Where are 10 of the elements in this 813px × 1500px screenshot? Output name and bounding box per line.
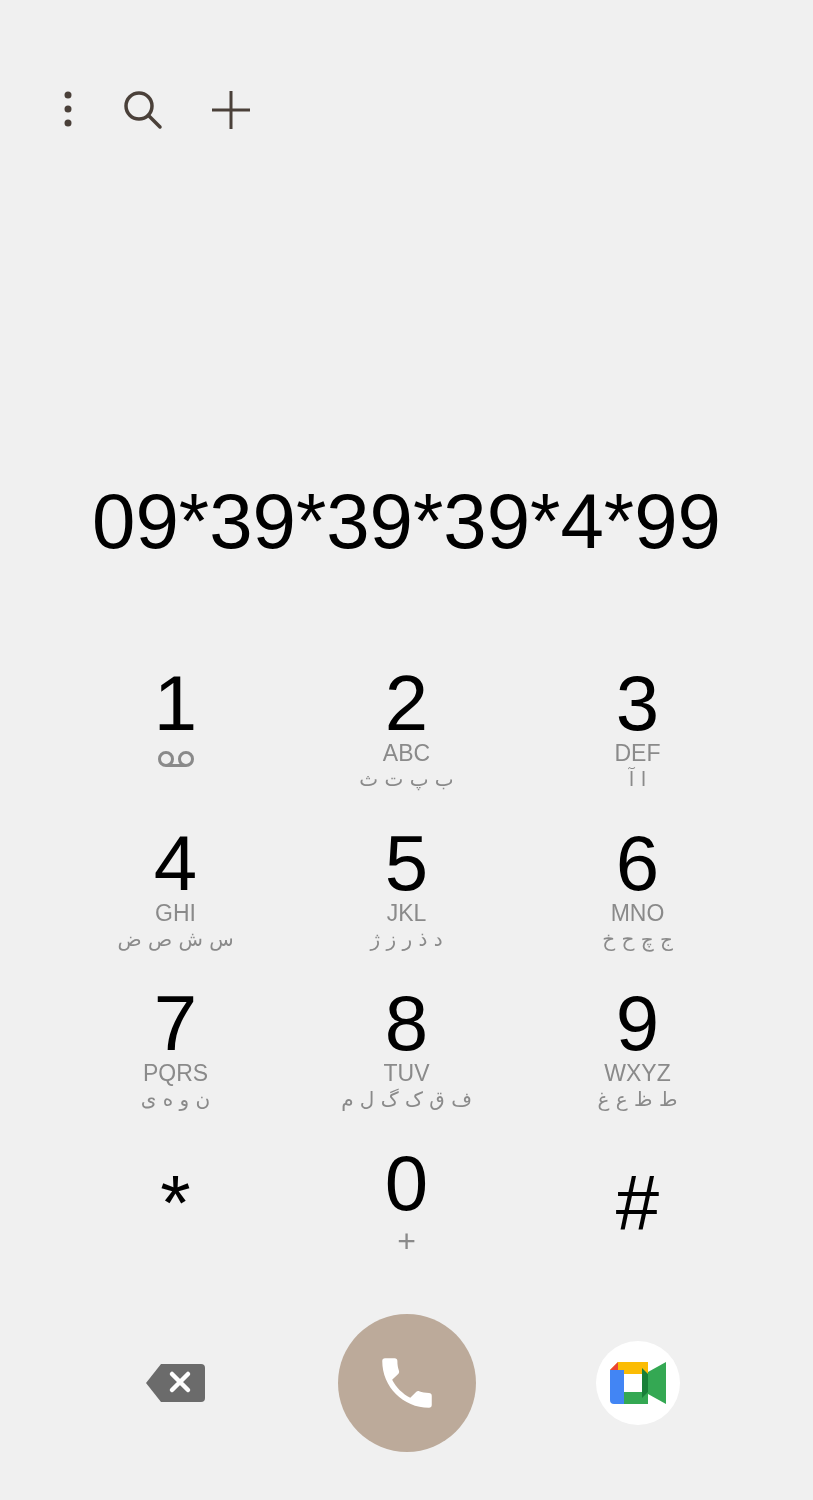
voicemail-icon xyxy=(156,750,195,768)
dial-key[interactable]: * xyxy=(60,1140,291,1300)
dial-key[interactable]: # xyxy=(522,1140,753,1300)
dial-key[interactable]: 1 xyxy=(60,660,291,820)
dial-key[interactable]: 0 + xyxy=(291,1140,522,1300)
add-icon[interactable] xyxy=(210,89,252,131)
backspace-icon[interactable] xyxy=(144,1362,207,1404)
dialed-number: 09*39*39*39*4*99 xyxy=(92,482,721,560)
video-camera-icon xyxy=(609,1362,666,1404)
search-icon[interactable] xyxy=(122,89,164,131)
